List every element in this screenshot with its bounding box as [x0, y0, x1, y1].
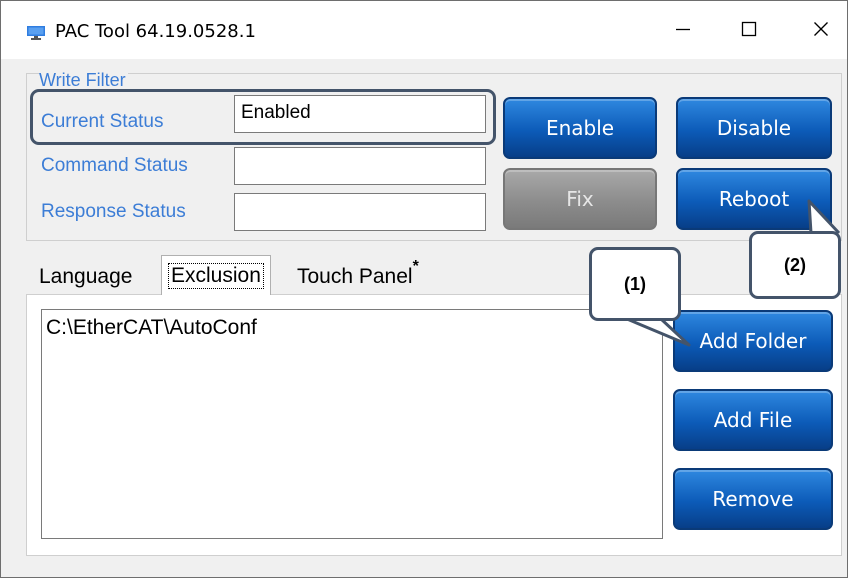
callout-2: (2) — [749, 231, 841, 299]
callout-pointers — [626, 199, 841, 347]
pac-tool-window: PAC Tool 64.19.0528.1 Write Filter Curre… — [0, 0, 848, 578]
callout-1-label: (1) — [624, 273, 646, 294]
callout-2-label: (2) — [784, 254, 806, 275]
callout-1: (1) — [589, 247, 681, 321]
